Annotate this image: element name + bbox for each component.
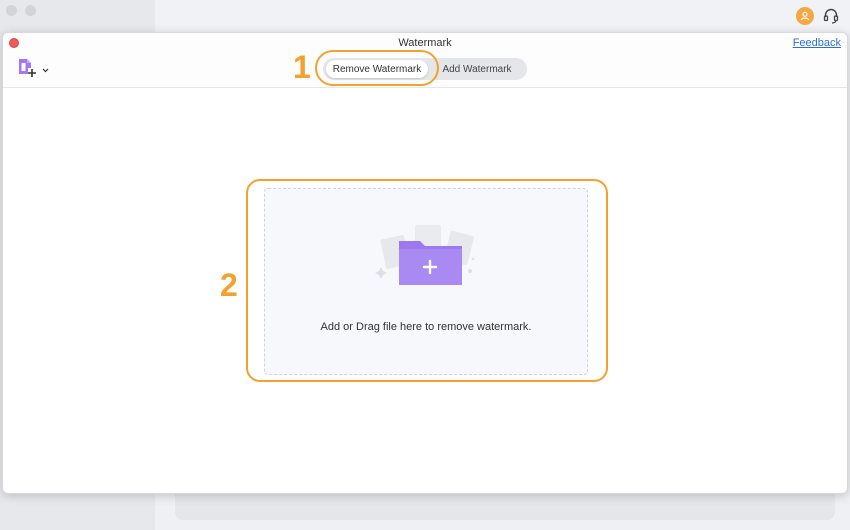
- user-icon[interactable]: [796, 7, 814, 25]
- add-file-icon: [16, 57, 38, 84]
- background-toolbar: [155, 0, 850, 34]
- tab-add-watermark[interactable]: Add Watermark: [433, 60, 521, 78]
- bg-close-dot: [6, 5, 17, 16]
- feedback-link[interactable]: Feedback: [793, 37, 841, 49]
- annotation-step-1: 1: [293, 49, 311, 85]
- annotation-ring-drop-zone: [246, 179, 608, 382]
- annotation-step-2: 2: [220, 267, 238, 303]
- annotation-ring-tabs: [315, 50, 439, 86]
- bg-minimize-dot: [25, 5, 36, 16]
- background-window-controls: [6, 5, 36, 16]
- headset-icon[interactable]: [822, 7, 840, 25]
- chevron-down-icon: [42, 61, 49, 79]
- dialog-title: Watermark: [398, 37, 452, 49]
- add-file-button[interactable]: [16, 57, 56, 84]
